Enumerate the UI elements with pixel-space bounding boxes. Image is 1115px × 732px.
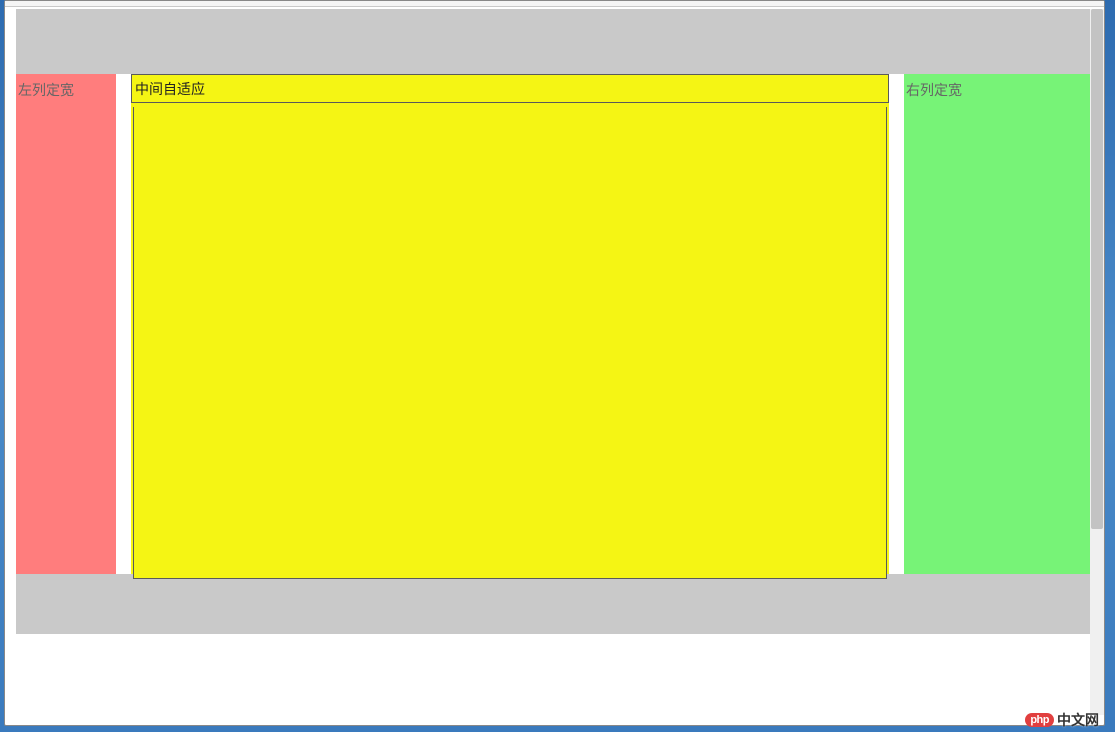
page-background-band: 左列定宽 右列定宽 中间自适应 xyxy=(16,9,1104,634)
three-column-layout: 左列定宽 右列定宽 中间自适应 xyxy=(16,74,1104,574)
scrollbar-thumb[interactable] xyxy=(1091,9,1103,529)
middle-column-body xyxy=(133,107,887,579)
browser-window-frame: 左列定宽 右列定宽 中间自适应 xyxy=(4,0,1105,726)
page-viewport: 左列定宽 右列定宽 中间自适应 xyxy=(16,9,1104,639)
toolbar-strip xyxy=(5,1,1104,7)
right-fixed-column: 右列定宽 xyxy=(904,74,1104,574)
watermark-brand-text: 中文网 xyxy=(1057,710,1099,730)
middle-column-title: 中间自适应 xyxy=(131,74,889,103)
left-fixed-column: 左列定宽 xyxy=(16,74,116,574)
watermark-logo: php xyxy=(1025,713,1054,727)
middle-adaptive-column: 中间自适应 xyxy=(131,74,889,574)
vertical-scrollbar[interactable] xyxy=(1090,9,1104,715)
middle-column-wrapper: 中间自适应 xyxy=(116,74,904,574)
left-column-label: 左列定宽 xyxy=(16,74,116,100)
watermark: php 中文网 xyxy=(1025,710,1099,730)
right-column-label: 右列定宽 xyxy=(904,74,1104,100)
